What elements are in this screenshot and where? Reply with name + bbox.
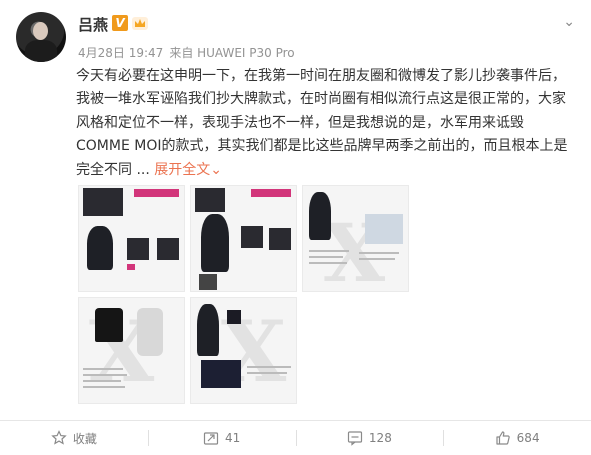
- post-text: 今天有必要在这申明一下，在我第一时间在朋友圈和微博发了影儿抄袭事件后，我被一堆水…: [76, 65, 576, 182]
- star-icon: [51, 430, 67, 445]
- expand-label: 展开全文: [154, 161, 211, 178]
- post-body: 今天有必要在这申明一下，在我第一时间在朋友圈和微博发了影儿抄袭事件后，我被一堆水…: [76, 68, 568, 178]
- comment-button[interactable]: 128: [295, 421, 444, 455]
- post-image-2[interactable]: [190, 185, 297, 292]
- post-image-5[interactable]: X: [190, 297, 297, 404]
- comment-count: 128: [368, 431, 392, 445]
- post-image-1[interactable]: [78, 185, 185, 292]
- author-name[interactable]: 吕燕: [78, 14, 108, 35]
- vip-badge-icon: V: [112, 15, 128, 31]
- repost-count: 41: [224, 431, 241, 445]
- repost-button[interactable]: 41: [147, 421, 296, 455]
- like-count: 684: [516, 431, 540, 445]
- avatar[interactable]: [16, 12, 66, 62]
- like-button[interactable]: 684: [443, 421, 591, 455]
- thumbs-up-icon: [496, 431, 510, 445]
- post-timestamp[interactable]: 4月28日 19:47: [78, 46, 163, 60]
- post-source: 来自 HUAWEI P30 Pro: [169, 46, 295, 60]
- post-image-3[interactable]: X: [302, 185, 409, 292]
- post-image-4[interactable]: X: [78, 297, 185, 404]
- more-options-chevron-icon[interactable]: ⌄: [563, 14, 575, 30]
- favorite-button[interactable]: 收藏: [0, 421, 148, 455]
- expand-full-text-link[interactable]: 展开全文⌄: [154, 162, 222, 178]
- comment-icon: [347, 431, 363, 446]
- repost-icon: [203, 432, 219, 445]
- post-meta: 4月28日 19:47 来自 HUAWEI P30 Pro: [78, 44, 301, 61]
- favorite-label: 收藏: [72, 431, 97, 446]
- crown-badge-icon: [132, 17, 148, 30]
- action-bar: 收藏 41 128 684: [0, 421, 591, 455]
- chevron-down-icon: ⌄: [210, 161, 222, 178]
